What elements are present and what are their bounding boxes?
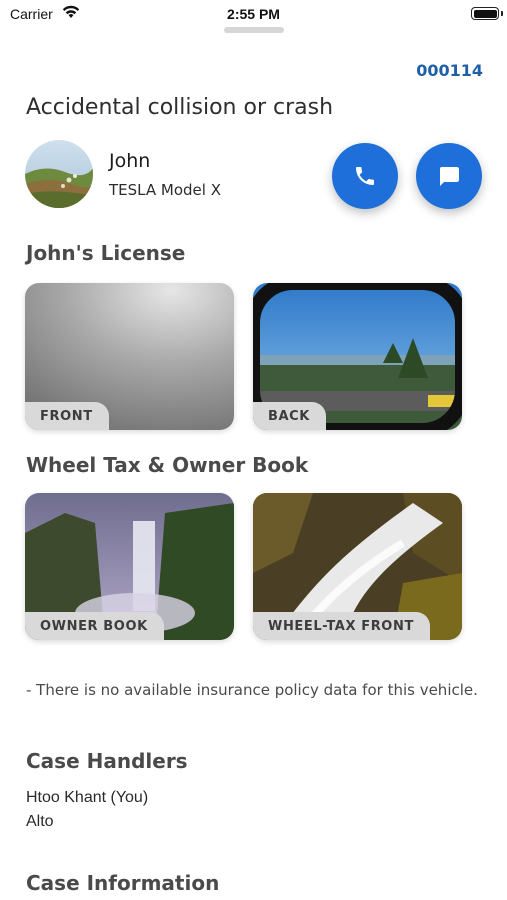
- license-back-card[interactable]: BACK: [253, 283, 462, 430]
- card-label: FRONT: [25, 402, 109, 430]
- driver-car-model: TESLA Model X: [109, 181, 221, 199]
- case-handler-item: Htoo Khant (You): [26, 789, 149, 806]
- battery-icon: [471, 7, 499, 20]
- case-handler-item: Alto: [26, 813, 54, 830]
- license-front-card[interactable]: FRONT: [25, 283, 234, 430]
- call-button[interactable]: [332, 143, 398, 209]
- phone-icon: [356, 167, 374, 185]
- owner-book-card[interactable]: OWNER BOOK: [25, 493, 234, 640]
- case-handlers-title: Case Handlers: [26, 749, 188, 773]
- card-label: BACK: [253, 402, 326, 430]
- case-handlers-list: Htoo Khant (You) Alto: [26, 786, 148, 834]
- documents-section-title: Wheel Tax & Owner Book: [26, 453, 309, 477]
- insurance-note: - There is no available insurance policy…: [26, 681, 478, 699]
- driver-name: John: [109, 150, 151, 172]
- avatar[interactable]: [25, 140, 93, 208]
- case-number[interactable]: 000114: [416, 61, 483, 80]
- card-label: OWNER BOOK: [25, 612, 164, 640]
- wheel-tax-front-card[interactable]: WHEEL-TAX FRONT: [253, 493, 462, 640]
- driver-row: John TESLA Model X: [25, 140, 485, 210]
- license-section-title: John's License: [26, 241, 186, 265]
- message-button[interactable]: [416, 143, 482, 209]
- case-information-title: Case Information: [26, 871, 220, 895]
- battery-nub: [501, 11, 503, 16]
- status-bar: Carrier 2:55 PM: [0, 0, 507, 30]
- clock: 2:55 PM: [227, 6, 280, 22]
- chat-bubble-icon: [440, 167, 459, 186]
- case-title: Accidental collision or crash: [26, 95, 334, 120]
- card-label: WHEEL-TAX FRONT: [253, 612, 430, 640]
- sheet-grabber[interactable]: [224, 27, 284, 33]
